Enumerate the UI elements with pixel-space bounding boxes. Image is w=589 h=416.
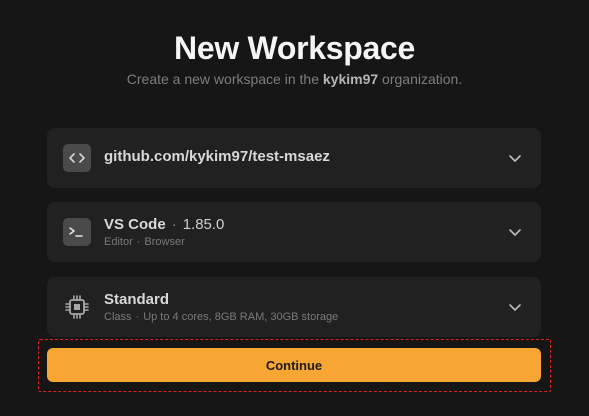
chevron-down-icon[interactable] (507, 224, 523, 240)
repository-value: github.com/kykim97/test-msaez (104, 148, 330, 165)
subtitle-suffix: organization. (382, 71, 463, 87)
editor-select[interactable]: VS Code · 1.85.0 Editor · Browser (47, 202, 541, 262)
editor-name: VS Code (104, 216, 166, 233)
repository-select[interactable]: github.com/kykim97/test-msaez (47, 128, 541, 188)
class-type-label: Class (104, 311, 132, 323)
cpu-chip-icon (63, 293, 91, 321)
workspace-class-select[interactable]: Standard Class · Up to 4 cores, 8GB RAM, 3… (47, 277, 541, 337)
editor-details: Editor · Browser (104, 236, 185, 248)
code-brackets-icon (63, 144, 91, 172)
editor-mode: Browser (144, 236, 185, 248)
class-description: Up to 4 cores, 8GB RAM, 30GB storage (143, 311, 339, 323)
subtitle-prefix: Create a new workspace in the (126, 71, 319, 87)
chevron-down-icon[interactable] (507, 299, 523, 315)
organization-name: kykim97 (322, 71, 379, 87)
class-name: Standard (104, 291, 170, 308)
class-details: Class · Up to 4 cores, 8GB RAM, 30GB stora… (104, 311, 339, 323)
editor-type-label: Editor (104, 236, 133, 248)
new-workspace-page: New Workspace Create a new workspace in … (0, 0, 589, 416)
page-title: New Workspace (174, 30, 415, 66)
page-subtitle: Create a new workspace in the kykim97 or… (0, 71, 589, 87)
editor-version: 1.85.0 (182, 216, 225, 233)
chevron-down-icon[interactable] (507, 150, 523, 166)
editor-name-line: VS Code · 1.85.0 (104, 216, 225, 233)
continue-button[interactable]: Continue (47, 348, 541, 382)
terminal-icon (63, 218, 91, 246)
